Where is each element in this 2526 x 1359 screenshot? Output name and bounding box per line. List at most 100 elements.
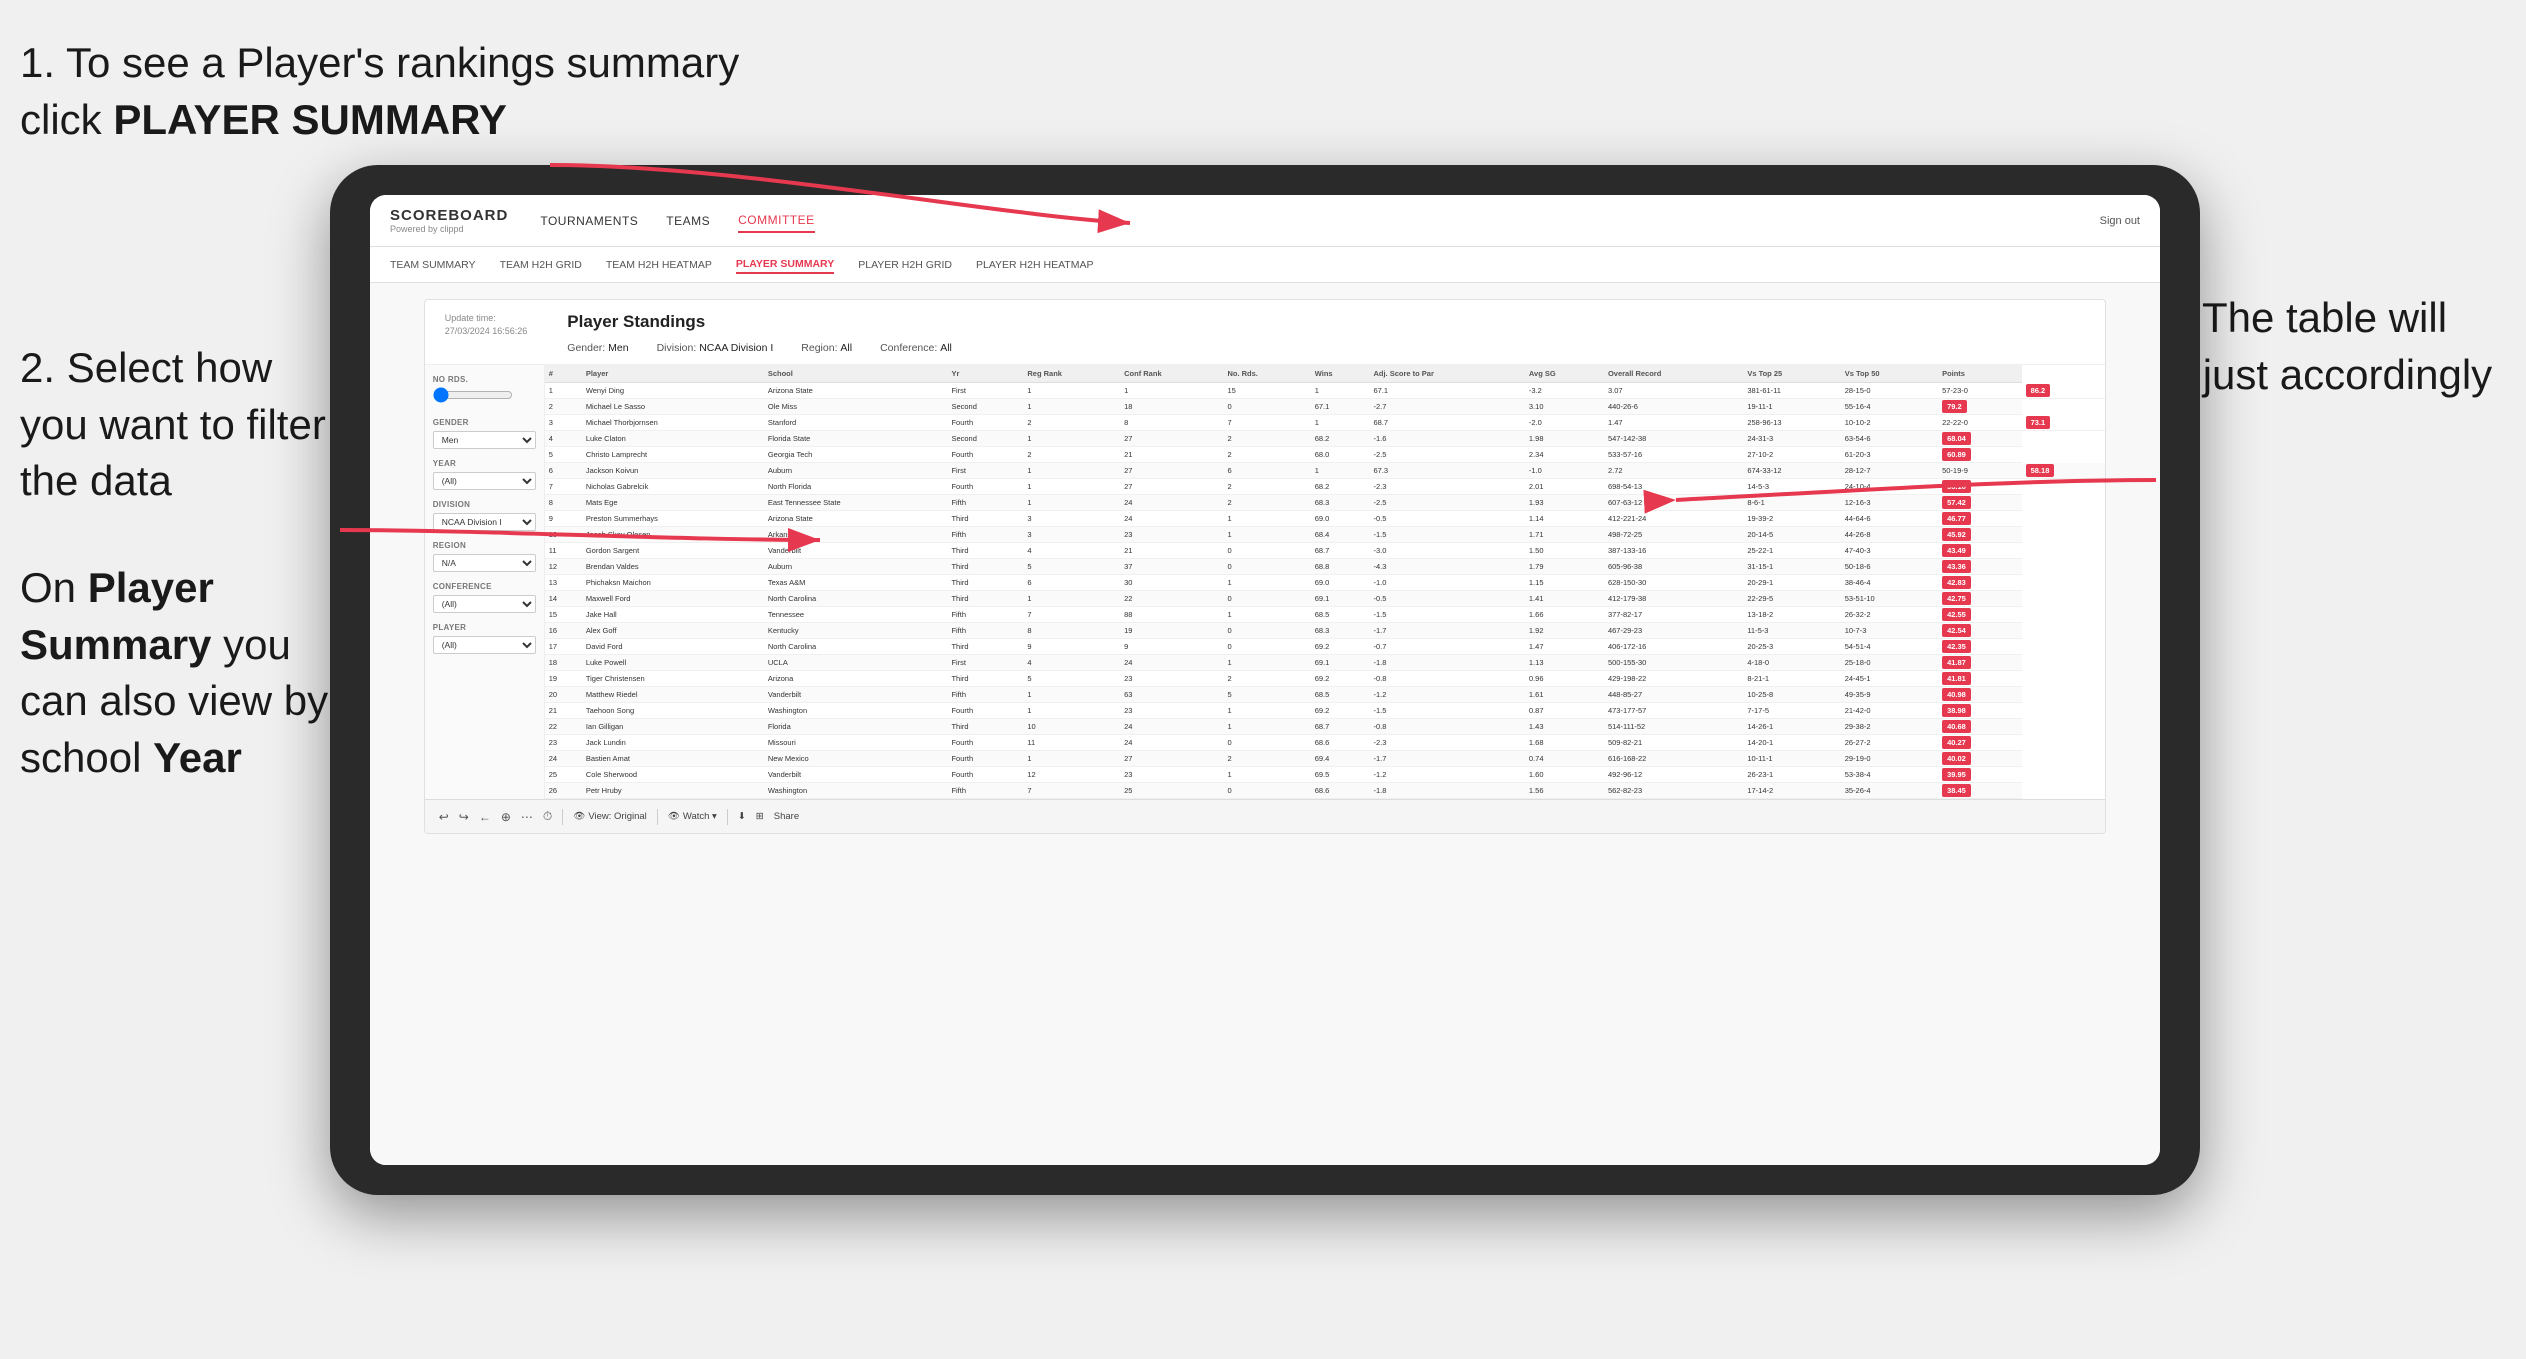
- table-cell: 1: [1311, 383, 1370, 399]
- subnav-team-h2h-heatmap[interactable]: TEAM H2H HEATMAP: [606, 257, 712, 273]
- table-cell: 22-22-0: [1938, 415, 2022, 431]
- table-cell: 1.71: [1525, 527, 1604, 543]
- table-cell: Arizona State: [764, 383, 948, 399]
- table-cell: 23: [1120, 527, 1223, 543]
- table-cell: Fourth: [947, 703, 1023, 719]
- table-cell: 0: [1223, 559, 1310, 575]
- rids-slider[interactable]: [433, 387, 513, 403]
- gender-filter: Gender: Men: [567, 342, 628, 354]
- table-cell: Petr Hruby: [582, 783, 764, 799]
- table-cell: Jackson Koivun: [582, 463, 764, 479]
- watch-btn[interactable]: 👁 Watch ▾: [668, 811, 717, 822]
- more-icon[interactable]: ⋯: [521, 810, 533, 824]
- nav-teams[interactable]: TEAMS: [666, 210, 710, 232]
- subnav-player-h2h-grid[interactable]: PLAYER H2H GRID: [858, 257, 952, 273]
- table-cell: 3.10: [1525, 399, 1604, 415]
- table-row: 4Luke ClatonFlorida StateSecond127268.2-…: [545, 431, 2106, 447]
- download-btn[interactable]: ⬇: [738, 811, 746, 822]
- table-cell: 21: [1120, 447, 1223, 463]
- sidebar-conference-select[interactable]: (All): [433, 595, 536, 613]
- nav-committee[interactable]: COMMITTEE: [738, 209, 815, 233]
- table-cell: 500-155-30: [1604, 655, 1743, 671]
- grid-btn[interactable]: ⊞: [756, 811, 764, 822]
- table-cell: 5: [1023, 559, 1120, 575]
- table-row: 15Jake HallTennesseeFifth788168.5-1.51.6…: [545, 607, 2106, 623]
- table-cell: Third: [947, 591, 1023, 607]
- nav-signout[interactable]: Sign out: [2100, 215, 2140, 227]
- points-value: 43.36: [1942, 560, 1971, 573]
- table-cell: 37: [1120, 559, 1223, 575]
- subnav-player-h2h-heatmap[interactable]: PLAYER H2H HEATMAP: [976, 257, 1093, 273]
- table-cell: 562-82-23: [1604, 783, 1743, 799]
- table-cell: 68.8: [1311, 559, 1370, 575]
- copy-icon[interactable]: ⊕: [501, 810, 511, 824]
- table-cell: 14-26-1: [1743, 719, 1840, 735]
- sidebar-year-select[interactable]: (All) First Second Third Fourth Fifth: [433, 472, 536, 490]
- table-cell: 607-63-12: [1604, 495, 1743, 511]
- table-cell: -0.5: [1369, 511, 1524, 527]
- subnav-player-summary[interactable]: PLAYER SUMMARY: [736, 256, 834, 274]
- table-cell: 39.95: [1938, 767, 2022, 783]
- table-cell: 41.87: [1938, 655, 2022, 671]
- col-school: School: [764, 365, 948, 383]
- table-cell: 21: [545, 703, 582, 719]
- annotation-4: On Player Summary you can also view by s…: [20, 560, 335, 787]
- table-cell: 28-12-7: [1841, 463, 1938, 479]
- back-icon[interactable]: ←: [479, 810, 491, 824]
- table-cell: 2: [1223, 751, 1310, 767]
- points-value: 58.16: [1942, 480, 1971, 493]
- logo-sub: Powered by clippd: [390, 224, 508, 234]
- points-value: 43.49: [1942, 544, 1971, 557]
- table-row: 24Bastien AmatNew MexicoFourth127269.4-1…: [545, 751, 2106, 767]
- table-cell: 440-26-6: [1604, 399, 1743, 415]
- table-row: 3Michael ThorbjornsenStanfordFourth28716…: [545, 415, 2106, 431]
- table-cell: 86.2: [2022, 383, 2106, 399]
- sidebar-year-section: Year (All) First Second Third Fourth Fif…: [433, 459, 536, 490]
- table-cell: 25-22-1: [1743, 543, 1840, 559]
- table-cell: 27: [1120, 463, 1223, 479]
- undo-icon[interactable]: ↩: [439, 810, 449, 824]
- table-cell: -1.0: [1369, 575, 1524, 591]
- table-cell: Arkansas: [764, 527, 948, 543]
- table-cell: 1: [1311, 415, 1370, 431]
- subnav-team-h2h-grid[interactable]: TEAM H2H GRID: [500, 257, 582, 273]
- table-cell: Fourth: [947, 447, 1023, 463]
- table-cell: 3: [1023, 527, 1120, 543]
- table-cell: 2: [1023, 447, 1120, 463]
- sidebar-region-select[interactable]: N/A All: [433, 554, 536, 572]
- points-value: 41.81: [1942, 672, 1971, 685]
- table-cell: 19: [545, 671, 582, 687]
- toolbar-sep-2: [657, 809, 658, 825]
- view-btn[interactable]: 👁 View: Original: [573, 811, 647, 822]
- points-value: 57.42: [1942, 496, 1971, 509]
- table-cell: 38.45: [1938, 783, 2022, 799]
- sidebar-gender-select[interactable]: Men Women: [433, 431, 536, 449]
- subnav-team-summary[interactable]: TEAM SUMMARY: [390, 257, 476, 273]
- region-filter: Region: All: [801, 342, 852, 354]
- table-cell: Fourth: [947, 751, 1023, 767]
- table-cell: Fourth: [947, 415, 1023, 431]
- table-cell: Preston Summerhays: [582, 511, 764, 527]
- table-cell: 26-23-1: [1743, 767, 1840, 783]
- watch-label: Watch ▾: [683, 811, 717, 822]
- table-cell: 19-11-1: [1743, 399, 1840, 415]
- sidebar-division-select[interactable]: NCAA Division I NCAA Division II NCAA Di…: [433, 513, 536, 531]
- sidebar-player-section: Player (All): [433, 623, 536, 654]
- division-filter: Division: NCAA Division I: [657, 342, 774, 354]
- table-cell: 25: [545, 767, 582, 783]
- clock-icon[interactable]: ⏱: [543, 809, 552, 824]
- redo-icon[interactable]: ↪: [459, 810, 469, 824]
- share-btn[interactable]: Share: [774, 811, 799, 822]
- table-cell: 53-51-10: [1841, 591, 1938, 607]
- table-cell: 0: [1223, 399, 1310, 415]
- table-cell: 68.5: [1311, 687, 1370, 703]
- table-cell: North Carolina: [764, 591, 948, 607]
- nav-tournaments[interactable]: TOURNAMENTS: [540, 210, 638, 232]
- table-cell: -1.8: [1369, 783, 1524, 799]
- table-cell: 14-20-1: [1743, 735, 1840, 751]
- table-cell: Second: [947, 431, 1023, 447]
- table-cell: -1.0: [1525, 463, 1604, 479]
- points-value: 40.68: [1942, 720, 1971, 733]
- sidebar-player-select[interactable]: (All): [433, 636, 536, 654]
- table-cell: 412-179-38: [1604, 591, 1743, 607]
